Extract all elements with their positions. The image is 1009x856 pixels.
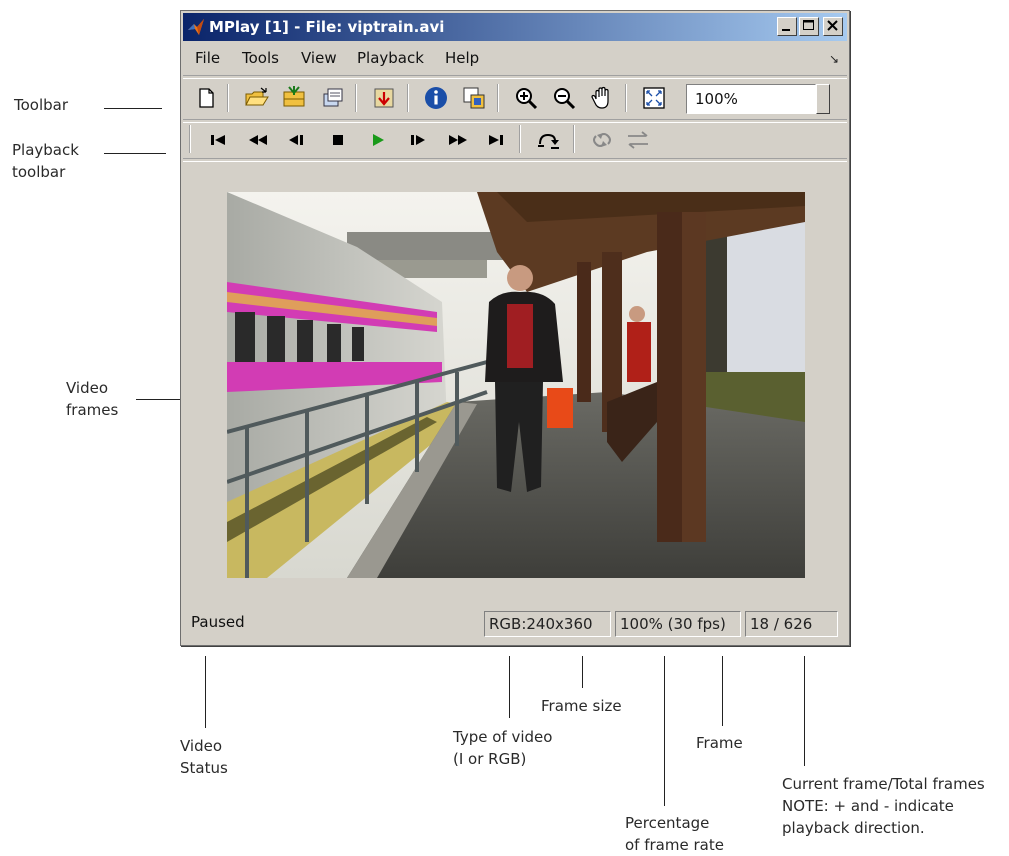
menu-playback[interactable]: Playback bbox=[357, 49, 424, 67]
callout-playback-toolbar-line bbox=[104, 153, 166, 154]
rewind-icon[interactable] bbox=[243, 125, 273, 155]
callout-toolbar-line bbox=[104, 108, 162, 109]
callout-current-frame: Current frame/Total frames NOTE: + and -… bbox=[782, 775, 985, 837]
toolbar-separator-bottom bbox=[183, 158, 847, 162]
callout-video-status: Video Status bbox=[180, 737, 228, 777]
auto-reverse-icon[interactable] bbox=[587, 125, 617, 155]
matlab-logo-icon bbox=[188, 19, 204, 35]
mplay-window: MPlay [1] - File: viptrain.avi File Tool… bbox=[180, 10, 850, 646]
go-to-last-icon[interactable] bbox=[481, 125, 511, 155]
close-icon bbox=[827, 20, 838, 31]
maximize-button[interactable] bbox=[799, 17, 819, 36]
callout-playback-toolbar: Playback toolbar bbox=[12, 141, 79, 181]
colormap-icon[interactable] bbox=[459, 83, 489, 113]
window-title: MPlay [1] - File: viptrain.avi bbox=[209, 18, 445, 36]
jump-to-icon[interactable] bbox=[369, 83, 399, 113]
close-button[interactable] bbox=[823, 17, 843, 36]
go-to-first-icon[interactable] bbox=[203, 125, 233, 155]
menu-view[interactable]: View bbox=[301, 49, 337, 67]
video-frame-image bbox=[227, 192, 805, 578]
callout-type-of-video-line bbox=[509, 656, 510, 718]
step-back-icon[interactable] bbox=[281, 125, 311, 155]
callout-toolbar: Toolbar bbox=[14, 96, 69, 114]
zoom-out-icon[interactable] bbox=[549, 83, 579, 113]
callout-type-of-video: Type of video (I or RGB) bbox=[453, 728, 553, 768]
playback-direction-icon[interactable] bbox=[623, 125, 653, 155]
callout-percentage: Percentage of frame rate bbox=[625, 814, 724, 854]
stop-icon[interactable] bbox=[323, 125, 353, 155]
playback-toolbar bbox=[183, 121, 847, 161]
callout-current-frame-line bbox=[804, 656, 805, 766]
fast-forward-icon[interactable] bbox=[443, 125, 473, 155]
menu-bar: File Tools View Playback Help ↘ bbox=[183, 45, 847, 73]
callout-video-frames: Video frames bbox=[66, 379, 119, 419]
main-toolbar: 100% bbox=[183, 78, 847, 118]
play-icon[interactable] bbox=[363, 125, 393, 155]
video-frame[interactable] bbox=[227, 192, 805, 578]
video-type-size-field: RGB:240x360 bbox=[484, 611, 611, 637]
fit-to-view-icon[interactable] bbox=[639, 83, 669, 113]
frame-rate-field: 100% (30 fps) bbox=[615, 611, 741, 637]
export-icon[interactable] bbox=[317, 83, 347, 113]
maximize-icon bbox=[803, 20, 814, 30]
zoom-in-icon[interactable] bbox=[511, 83, 541, 113]
callout-video-status-line bbox=[205, 656, 206, 728]
dock-arrow-icon[interactable]: ↘ bbox=[829, 52, 839, 66]
menu-help[interactable]: Help bbox=[445, 49, 479, 67]
callout-frame: Frame bbox=[696, 734, 743, 752]
zoom-level-input[interactable]: 100% bbox=[686, 84, 816, 114]
status-bar: Paused RGB:240x360 100% (30 fps) 18 / 62… bbox=[183, 609, 847, 639]
import-icon[interactable] bbox=[279, 83, 309, 113]
jump-to-frame-icon[interactable] bbox=[533, 125, 563, 155]
menu-tools[interactable]: Tools bbox=[242, 49, 279, 67]
step-forward-icon[interactable] bbox=[403, 125, 433, 155]
new-document-icon[interactable] bbox=[191, 83, 221, 113]
menu-file[interactable]: File bbox=[195, 49, 220, 67]
video-status: Paused bbox=[191, 613, 245, 631]
frame-count-field: 18 / 626 bbox=[745, 611, 838, 637]
minimize-icon bbox=[782, 29, 790, 31]
minimize-button[interactable] bbox=[777, 17, 797, 36]
zoom-dropdown-button[interactable] bbox=[816, 84, 830, 114]
callout-frame-line bbox=[722, 656, 723, 726]
callout-frame-size: Frame size bbox=[541, 697, 622, 715]
callout-frame-size-line bbox=[582, 656, 583, 688]
title-bar: MPlay [1] - File: viptrain.avi bbox=[183, 13, 847, 41]
callout-percentage-line bbox=[664, 656, 665, 806]
open-folder-icon[interactable] bbox=[241, 83, 271, 113]
pan-hand-icon[interactable] bbox=[587, 83, 617, 113]
info-icon[interactable] bbox=[421, 83, 451, 113]
